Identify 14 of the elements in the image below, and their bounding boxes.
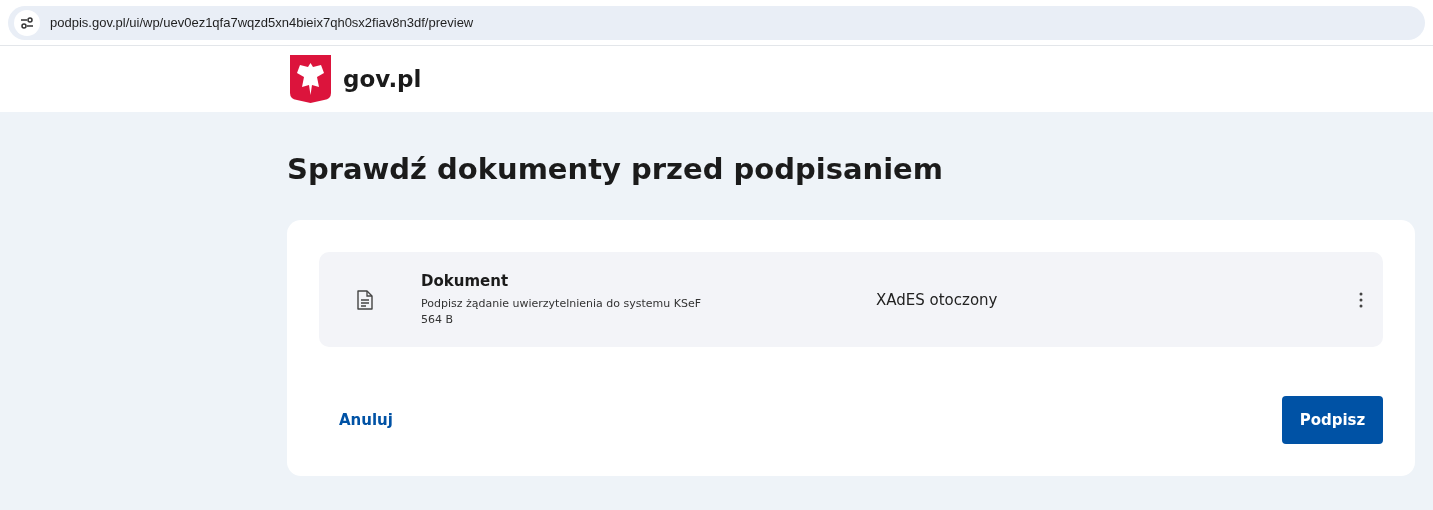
cancel-button[interactable]: Anuluj	[319, 397, 413, 443]
document-name: Dokument	[421, 271, 510, 290]
more-options-button[interactable]	[1359, 291, 1363, 308]
document-size: 564 B	[421, 311, 455, 328]
sign-button[interactable]: Podpisz	[1282, 396, 1383, 444]
signature-format: XAdES otoczony	[876, 290, 999, 309]
logo-text[interactable]: gov.pl	[343, 66, 422, 92]
url-text: podpis.gov.pl/ui/wp/uev0ez1qfa7wqzd5xn4bieix7qh0sx2fiav8n3df/preview	[50, 15, 474, 30]
site-settings-icon[interactable]	[14, 9, 40, 36]
document-icon	[357, 289, 373, 310]
eagle-emblem-icon	[290, 55, 331, 103]
address-bar[interactable]: podpis.gov.pl/ui/wp/uev0ez1qfa7wqzd5xn4bieix7qh0sx2fiav8n3df/preview	[8, 5, 1425, 40]
document-description: Podpisz żądanie uwierzytelnienia do systemu KSeF	[421, 295, 703, 312]
page-title: Sprawdź dokumenty przed podpisaniem	[287, 152, 944, 186]
